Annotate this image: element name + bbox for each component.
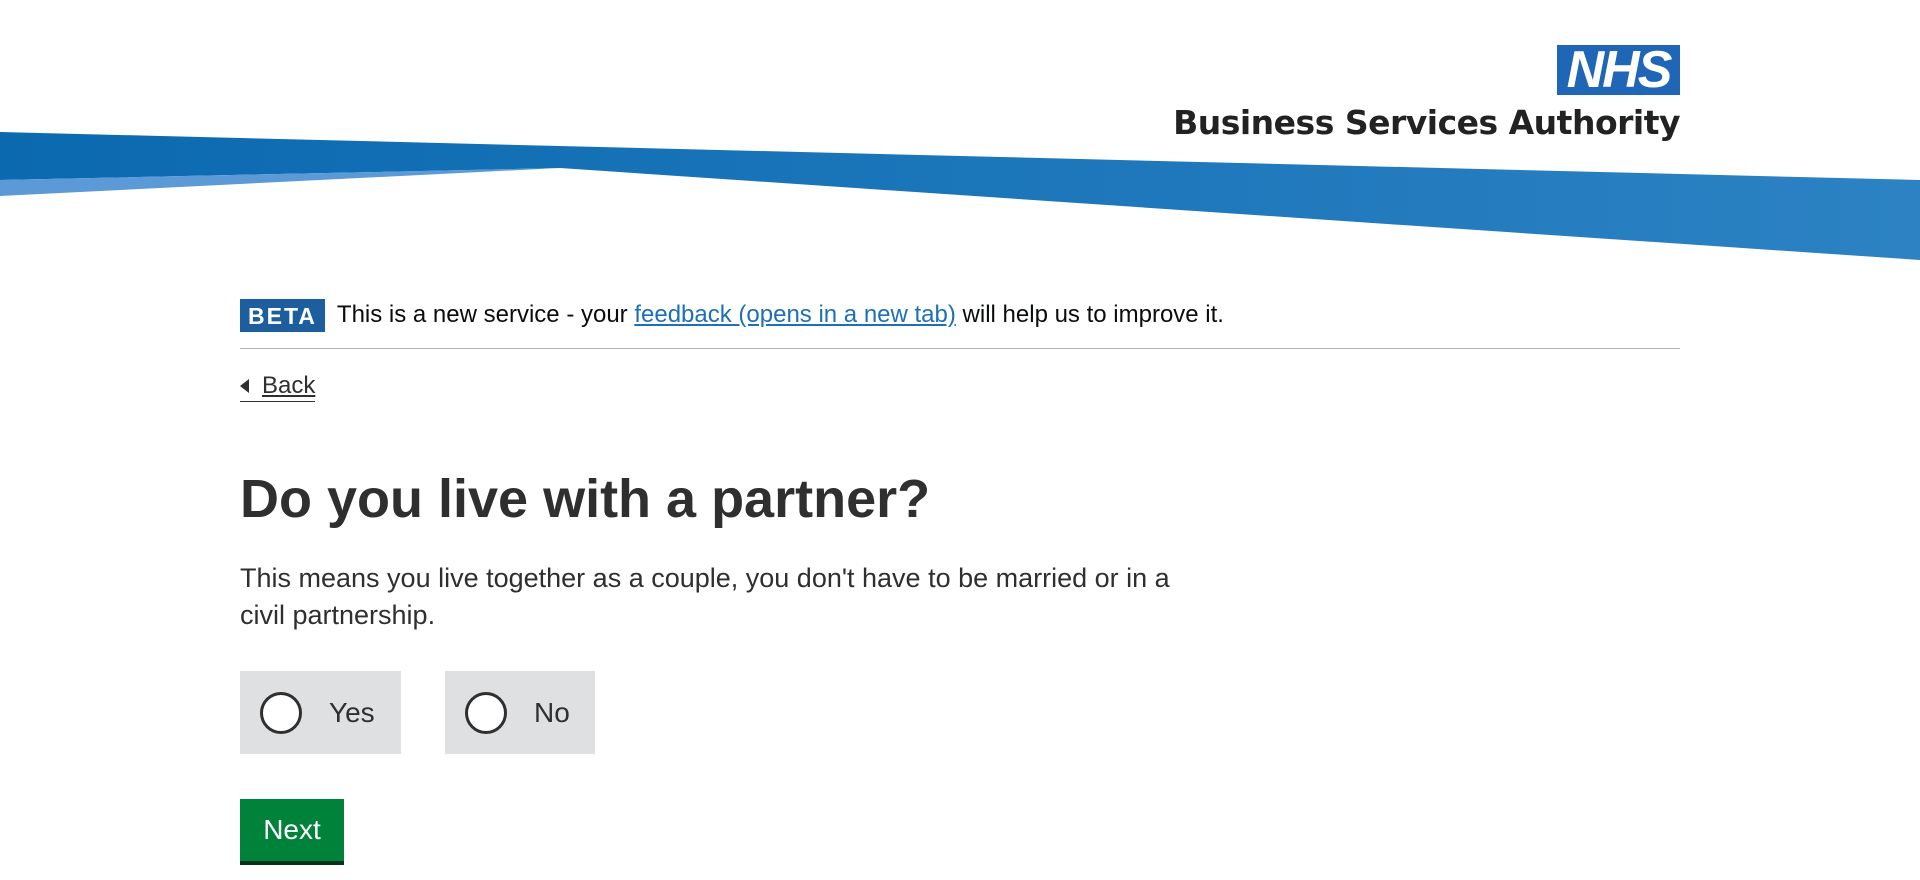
- back-link[interactable]: Back: [240, 372, 316, 402]
- back-link-label: Back: [262, 372, 316, 399]
- phase-banner: BETA This is a new service - your feedba…: [240, 299, 1680, 349]
- phase-text-after: will help us to improve it.: [955, 301, 1224, 328]
- phase-banner-text: This is a new service - your feedback (o…: [337, 297, 1224, 333]
- radio-circle-icon[interactable]: [465, 691, 507, 734]
- beta-tag: BETA: [240, 299, 325, 332]
- radio-group: Yes No: [240, 671, 639, 754]
- organisation-name: Business Services Authority: [1173, 103, 1680, 142]
- nhs-logo-box: NHS: [1557, 41, 1680, 99]
- radio-circle-icon[interactable]: [260, 691, 302, 734]
- nhs-logo-text: NHS: [1566, 41, 1673, 99]
- feedback-link[interactable]: feedback (opens in a new tab): [634, 301, 956, 328]
- nhs-bsa-logo[interactable]: NHS Business Services Authority: [1173, 41, 1680, 142]
- radio-option-yes[interactable]: Yes: [240, 671, 401, 754]
- page-title: Do you live with a partner?: [240, 469, 931, 529]
- radio-option-no[interactable]: No: [445, 671, 595, 754]
- site-header: NHS Business Services Authority: [0, 0, 1920, 270]
- radio-label-yes: Yes: [329, 696, 375, 728]
- radio-label-no: No: [534, 696, 570, 728]
- phase-text-before: This is a new service - your: [336, 301, 635, 328]
- next-button[interactable]: Next: [240, 799, 344, 861]
- question-hint: This means you live together as a couple…: [240, 563, 1170, 630]
- back-arrow-icon: [240, 379, 249, 393]
